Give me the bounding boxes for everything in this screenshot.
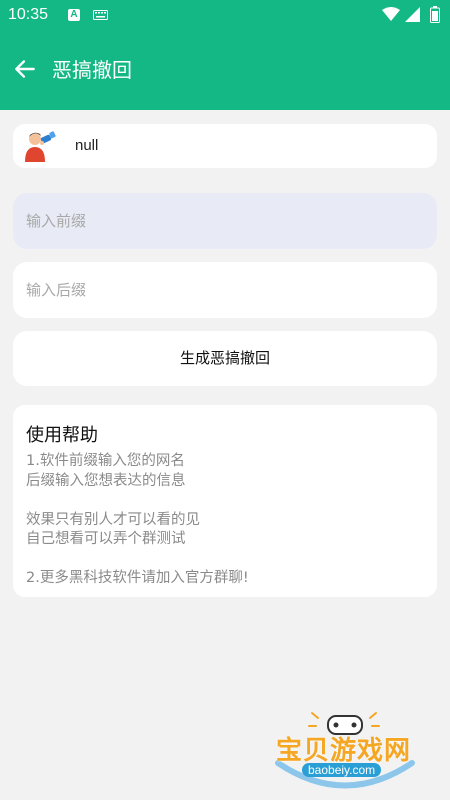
page-title: 恶搞撤回 [52,58,132,82]
help-line: 自己想看可以弄个群测试 [26,531,186,547]
generate-button[interactable]: 生成恶搞撤回 [13,331,437,386]
signal-icon [405,7,420,22]
watermark-url: baobeiy.com [302,763,382,777]
notification-icon: A [68,9,80,21]
user-card: null [13,124,437,168]
help-line: 1.软件前缀输入您的网名 [26,453,185,469]
back-arrow-icon[interactable] [12,56,38,82]
suffix-input[interactable] [13,262,437,318]
status-bar: 10:35 A [0,0,450,30]
username: null [75,137,99,154]
battery-icon [430,6,440,23]
wifi-icon [382,7,400,21]
help-title: 使用帮助 [26,425,98,446]
help-line [26,491,249,511]
app-bar: 恶搞撤回 [0,30,450,110]
help-line [26,550,249,570]
help-body: 1.软件前缀输入您的网名 后缀输入您想表达的信息 效果只有别人才可以看的见 自己… [26,452,249,589]
prefix-input[interactable] [13,193,437,249]
keyboard-icon [93,10,108,20]
status-time: 10:35 [8,6,49,23]
help-line: 效果只有别人才可以看的见 [26,511,200,528]
help-card: 使用帮助 1.软件前缀输入您的网名 后缀输入您想表达的信息 效果只有别人才可以看… [13,405,437,597]
help-line: 2.更多黑科技软件请加入官方群聊! [26,570,249,586]
watermark-text: 宝贝游戏网 [276,736,412,766]
help-line: 后缀输入您想表达的信息 [26,472,186,489]
avatar-icon [25,131,56,162]
